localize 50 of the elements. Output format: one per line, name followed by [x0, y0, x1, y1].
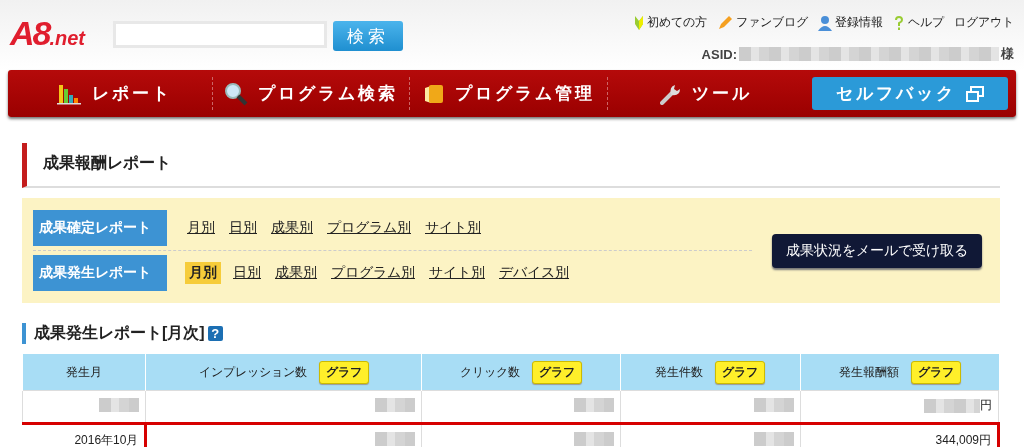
report-link[interactable]: デバイス別 [497, 262, 571, 284]
nav-item[interactable]: プログラム検索 [213, 77, 411, 110]
report-link[interactable]: プログラム別 [325, 217, 413, 239]
header-link[interactable]: 登録情報 [835, 14, 883, 31]
logo[interactable]: A8.net [10, 16, 86, 50]
table-cell: 2016年10月 [74, 432, 139, 447]
column-header: 発生月 [66, 363, 103, 381]
report-link[interactable]: 日別 [227, 217, 259, 239]
graph-button[interactable]: グラフ [318, 360, 369, 384]
graph-button[interactable]: グラフ [910, 360, 961, 384]
report-type-label: 成果確定レポート [33, 210, 167, 246]
report-link[interactable]: プログラム別 [329, 262, 417, 284]
column-header: 発生報酬額 [838, 363, 899, 381]
pencil-icon [717, 14, 733, 31]
header-link[interactable]: ヘルプ [908, 14, 944, 31]
folder-icon [422, 82, 445, 105]
column-header: 発生件数 [655, 363, 704, 381]
section-title: 成果発生レポート[月次] [34, 323, 205, 343]
report-link[interactable]: 月別 [185, 217, 217, 239]
mail-button[interactable]: 成果状況をメールで受け取る [772, 233, 982, 268]
help-icon[interactable]: ? [207, 326, 223, 341]
graph-button[interactable]: グラフ [715, 360, 766, 384]
bar-chart-icon [56, 82, 83, 105]
graph-button[interactable]: グラフ [531, 360, 582, 384]
table-cell: 円 [980, 397, 992, 415]
wrench-icon [659, 82, 682, 105]
table-cell: 344,009円 [935, 432, 991, 447]
honorific: 様 [1001, 45, 1014, 63]
nav-item[interactable]: ツール [607, 77, 804, 110]
report-link[interactable]: サイト別 [423, 217, 483, 239]
window-icon [965, 85, 984, 102]
person-icon [818, 14, 832, 31]
nav-item[interactable]: レポート [16, 77, 214, 110]
report-link[interactable]: 日別 [231, 262, 263, 284]
report-link[interactable]: サイト別 [427, 262, 487, 284]
question-icon [893, 14, 905, 31]
header-link[interactable]: 初めての方 [647, 14, 707, 31]
nav-item[interactable]: プログラム管理 [410, 77, 608, 110]
page-title: 成果報酬レポート [22, 143, 1000, 188]
header-link[interactable]: ファンブログ [736, 14, 808, 31]
report-type-label: 成果発生レポート [33, 255, 167, 291]
search-icon [224, 81, 249, 106]
column-header: インプレッション数 [198, 363, 307, 381]
leaf-icon [634, 14, 644, 31]
asid-label: ASID: [701, 46, 737, 62]
column-header: クリック数 [459, 363, 520, 381]
report-link[interactable]: 月別 [185, 262, 221, 284]
report-link[interactable]: 成果別 [269, 217, 315, 239]
report-link[interactable]: 成果別 [273, 262, 319, 284]
header-link[interactable]: ログアウト [954, 14, 1014, 31]
